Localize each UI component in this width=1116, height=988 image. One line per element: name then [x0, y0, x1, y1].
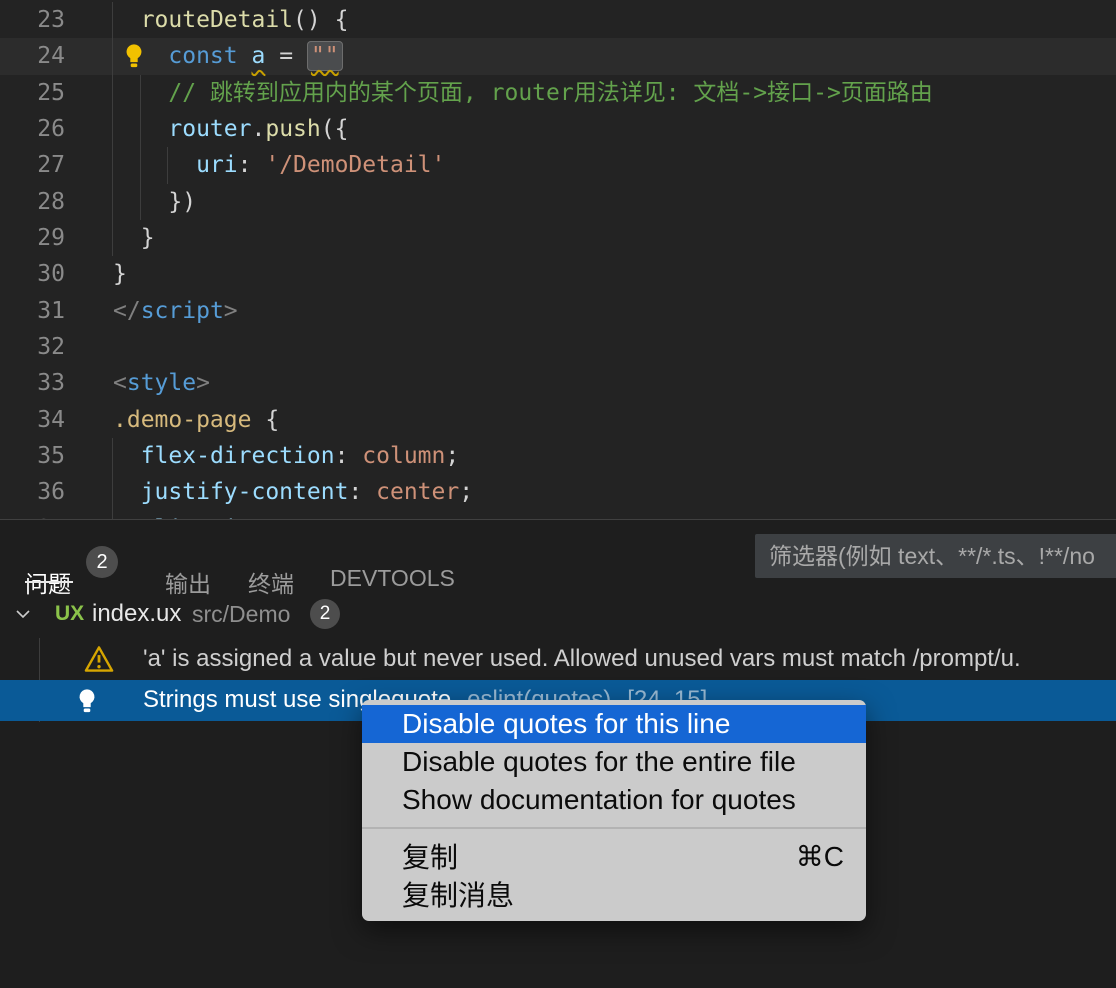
line-number: 25	[37, 79, 65, 106]
code-text: <style>	[113, 370, 210, 397]
menu-item-4[interactable]: 复制 ⌘C	[362, 837, 866, 875]
line-number: 30	[37, 261, 65, 288]
context-menu: Disable quotes for this line Disable quot…	[362, 700, 866, 921]
active-tab-underline	[25, 581, 73, 583]
menu-item-2[interactable]: Show documentation for quotes	[362, 781, 866, 819]
code-line-33[interactable]: 33 <style>	[0, 365, 1116, 401]
chevron-down-icon[interactable]	[13, 604, 33, 624]
file-name: index.ux	[92, 600, 182, 627]
ux-file-icon: UX	[55, 602, 85, 625]
code-text: justify-content: center;	[140, 479, 474, 506]
line-number: 36	[37, 479, 65, 506]
code-text: uri: '/DemoDetail'	[196, 152, 446, 179]
menu-item-1[interactable]: Disable quotes for the entire file	[362, 743, 866, 781]
code-text: }	[113, 225, 155, 252]
code-line-28[interactable]: 28 })	[0, 183, 1116, 221]
line-number: 33	[37, 370, 65, 397]
problems-filter-input[interactable]	[755, 534, 1116, 578]
file-path: src/Demo	[192, 601, 291, 627]
menu-item-0[interactable]: Disable quotes for this line	[362, 705, 866, 743]
code-text: flex-direction: column;	[140, 443, 460, 470]
line-number: 24	[37, 43, 65, 70]
line-number: 26	[37, 116, 65, 143]
code-text: const a = ""	[113, 38, 343, 74]
code-line-34[interactable]: 34 .demo-page {	[0, 402, 1116, 438]
warning-triangle-icon	[84, 646, 114, 672]
line-number: 23	[37, 7, 65, 33]
menu-item-label: Show documentation for quotes	[402, 784, 796, 815]
code-text: // 跳转到应用内的某个页面, router用法详见: 文档->接口->页面路由	[168, 79, 933, 106]
line-number: 34	[37, 406, 65, 433]
code-line-31[interactable]: 31 </script>	[0, 293, 1116, 329]
menu-item-label: 复制	[402, 842, 459, 873]
code-line-29[interactable]: 29 }	[0, 220, 1116, 257]
code-line-27[interactable]: 27 uri: '/DemoDetail'	[0, 147, 1116, 184]
code-text: </script>	[113, 297, 238, 324]
file-problems-badge: 2	[310, 599, 340, 629]
problems-file-group[interactable]: UX index.ux src/Demo 2	[0, 593, 1116, 635]
menu-item-label: 复制消息	[402, 880, 515, 911]
problem-row-warning[interactable]: 'a' is assigned a value but never used. …	[0, 638, 1116, 680]
line-number: 29	[37, 225, 65, 252]
code-line-25[interactable]: 25 // 跳转到应用内的某个页面, router用法详见: 文档->接口->页…	[0, 74, 1116, 112]
code-line-30[interactable]: 30}	[0, 256, 1116, 292]
code-text: })	[113, 188, 197, 215]
tab-devtools[interactable]: DEVTOOLS	[330, 565, 455, 592]
code-text: router.push({	[168, 116, 349, 143]
line-number: 28	[37, 188, 65, 215]
menu-item-5[interactable]: 复制消息	[362, 875, 866, 913]
problem-message: 'a' is assigned a value but never used. …	[143, 645, 1021, 672]
code-text: .demo-page {	[113, 406, 280, 433]
code-text: }	[113, 261, 127, 288]
code-line-37[interactable]: 37 align-items: center;	[0, 510, 1116, 519]
lightbulb-icon	[79, 689, 95, 713]
line-number: 31	[37, 297, 65, 324]
code-line-26[interactable]: 26 router.push({	[0, 111, 1116, 148]
line-number: 35	[37, 443, 65, 470]
code-line-24[interactable]: 24 const a = ""	[0, 38, 1116, 75]
code-line-36[interactable]: 36 justify-content: center;	[0, 474, 1116, 511]
line-number: 27	[37, 152, 65, 179]
line-number: 32	[37, 334, 65, 361]
menu-separator	[362, 827, 866, 829]
code-editor[interactable]: 23 routeDetail() {24 const a = "" 25 // 跳…	[0, 0, 1116, 520]
code-line-35[interactable]: 35 flex-direction: column;	[0, 438, 1116, 475]
code-line-23[interactable]: 23 routeDetail() {	[0, 2, 1116, 39]
problems-count-badge: 2	[86, 546, 118, 578]
code-text: align-items: center;	[113, 511, 418, 519]
code-text: routeDetail() {	[140, 7, 349, 33]
code-line-32[interactable]: 32	[0, 329, 1116, 365]
menu-item-shortcut: ⌘C	[795, 840, 844, 872]
menu-item-label: Disable quotes for the entire file	[402, 746, 796, 777]
line-number: 37	[0, 511, 65, 519]
menu-item-label: Disable quotes for this line	[402, 708, 731, 739]
